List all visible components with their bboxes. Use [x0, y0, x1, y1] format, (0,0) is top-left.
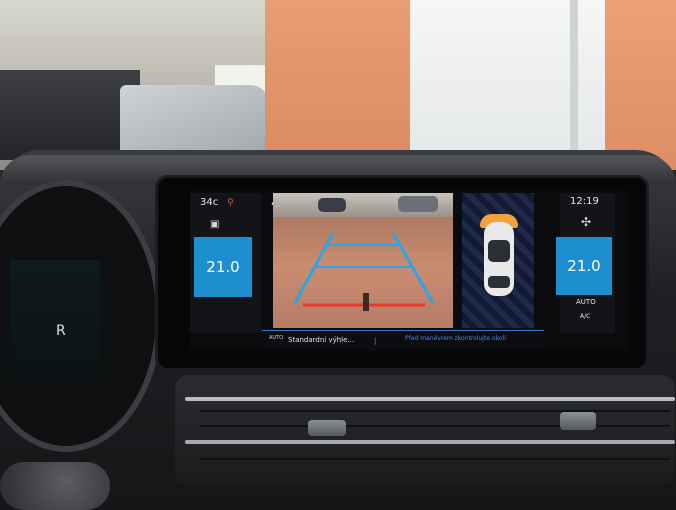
gear-indicator: R — [56, 323, 66, 339]
rear-camera-view — [273, 193, 453, 328]
passenger-temperature-button[interactable]: 21.0 — [556, 237, 612, 295]
orange-wall-right — [605, 0, 676, 170]
car-dashboard-photo: R 34c ⚲ ▣ 21.0 ← 12:19 ✣ 21.0 AUTO A/C A… — [0, 0, 676, 510]
vent-slat — [200, 410, 670, 412]
location-pin-icon: ⚲ — [227, 198, 234, 208]
car-rear-window — [488, 276, 510, 288]
window-frame — [570, 0, 578, 170]
vent-trim-bottom — [185, 440, 675, 444]
air-vents — [175, 375, 675, 485]
camera-shadow — [363, 293, 369, 311]
driver-temperature-button[interactable]: 21.0 — [194, 237, 252, 297]
fan-icon[interactable]: ✣ — [581, 215, 591, 229]
status-divider: | — [374, 337, 377, 345]
vent-knob-left[interactable] — [308, 420, 346, 436]
ac-button[interactable]: A/C — [580, 313, 590, 320]
camera-view-mode[interactable]: Standardní výhle... — [288, 336, 354, 344]
outside-temperature: 34c — [200, 197, 219, 208]
vent-knob-right[interactable] — [560, 412, 596, 430]
seat-heat-icon[interactable]: ▣ — [210, 219, 219, 230]
tire-shelf — [0, 70, 140, 160]
car-windshield — [488, 240, 510, 262]
safety-hint: Před manévrem zkontrolujte okolí — [405, 335, 506, 342]
orange-wall — [265, 0, 410, 170]
vent-trim-top — [185, 397, 675, 401]
vent-slat — [200, 425, 670, 427]
clock: 12:19 — [570, 196, 599, 207]
auto-view-icon[interactable]: AUTO — [269, 335, 283, 341]
cluster-screen — [10, 260, 100, 380]
steering-stalk — [0, 462, 110, 510]
auto-climate-button[interactable]: AUTO — [576, 298, 596, 306]
vent-slat — [200, 458, 670, 460]
